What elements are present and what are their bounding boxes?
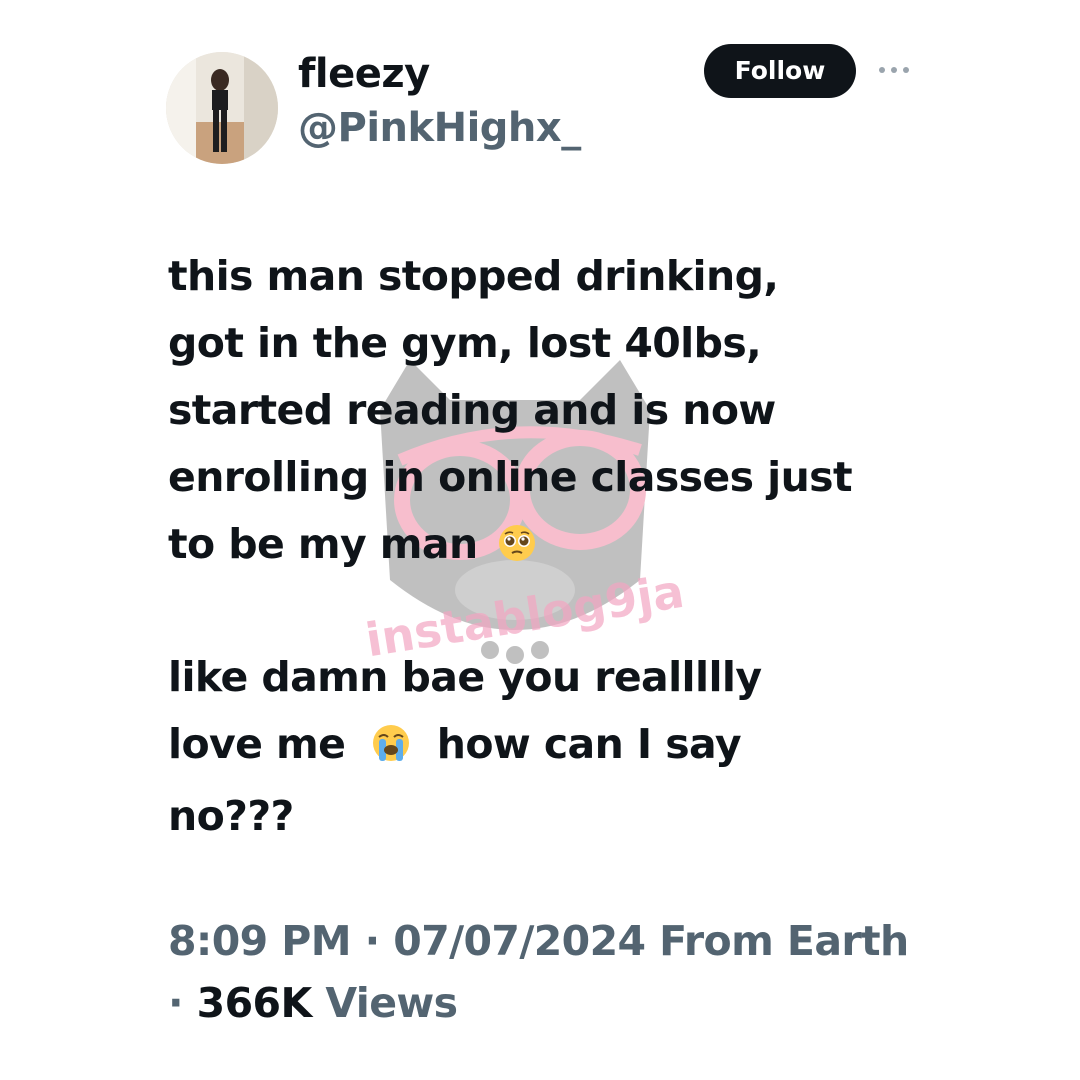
tweet-line-with-emoji: love me how can I say [168, 711, 998, 783]
avatar-photo [166, 52, 278, 164]
views-label: Views [325, 979, 458, 1027]
tweet-line-with-emoji: to be my man [168, 511, 998, 583]
tweet-line: started reading and is now [168, 386, 776, 434]
tweet-line-text: love me [168, 720, 346, 768]
tweet-text: this man stopped drinking, got in the gy… [168, 243, 998, 850]
pleading-face-emoji [497, 516, 537, 583]
tweet-time[interactable]: 8:09 PM [168, 917, 352, 965]
tweet-line-text: to be my man [168, 520, 478, 568]
tweet-meta: 8:09 PM · 07/07/2024 From Earth · 366K V… [168, 910, 1028, 1034]
tweet-line: enrolling in online classes just [168, 453, 853, 501]
views-count[interactable]: 366K [197, 979, 313, 1027]
tweet-line: got in the gym, lost 40lbs, [168, 319, 762, 367]
tweet-line: this man stopped drinking, [168, 252, 779, 300]
avatar[interactable] [166, 52, 278, 164]
tweet-date[interactable]: 07/07/2024 [393, 917, 646, 965]
follow-button[interactable]: Follow [704, 44, 856, 98]
tweet-source: From Earth [659, 917, 909, 965]
tweet-line: like damn bae you reallllly [168, 653, 762, 701]
display-name[interactable]: fleezy [298, 48, 430, 100]
meta-separator: · [168, 979, 184, 1027]
loudly-crying-face-emoji [371, 716, 411, 783]
more-horizontal-icon[interactable] [874, 58, 914, 82]
tweet-line: no??? [168, 792, 294, 840]
user-handle[interactable]: @PinkHighx_ [298, 102, 581, 154]
meta-separator: · [364, 917, 381, 965]
tweet-line-text: how can I say [436, 720, 742, 768]
timestamp-line: 8:09 PM · 07/07/2024 From Earth [168, 910, 1028, 972]
views-line: · 366K Views [168, 972, 1028, 1034]
